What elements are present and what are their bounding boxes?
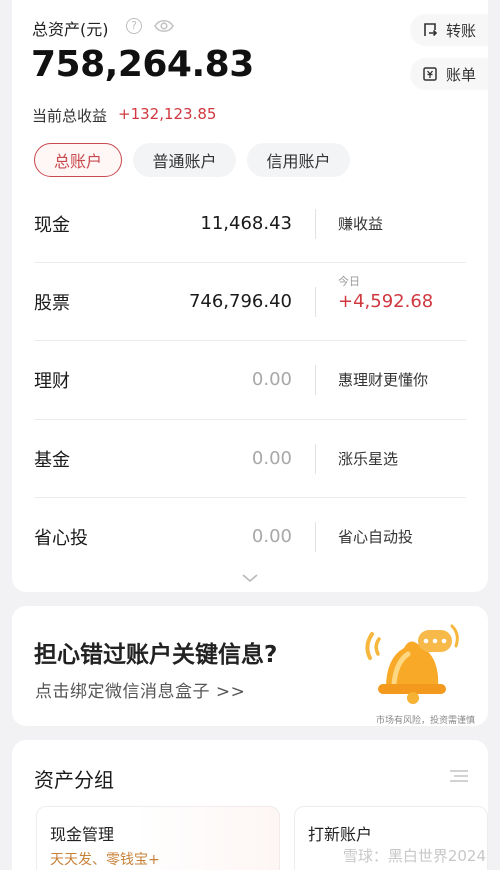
account-row-auto-invest[interactable]: 省心投 0.00 省心自动投 bbox=[34, 498, 466, 576]
account-row-stock[interactable]: 股票 746,796.40 今日 +4,592.68 bbox=[34, 263, 466, 341]
risk-disclaimer: 市场有风险，投资需谨慎 bbox=[376, 716, 476, 726]
bill-icon bbox=[423, 67, 437, 81]
earn-income-link[interactable]: 赚收益 bbox=[338, 213, 383, 234]
eye-icon[interactable] bbox=[154, 19, 174, 33]
total-assets-label: 总资产(元) bbox=[32, 20, 109, 39]
account-name: 基金 bbox=[34, 450, 70, 471]
card-title: 打新账户 bbox=[308, 825, 373, 844]
account-value: 0.00 bbox=[251, 526, 292, 547]
today-label: 今日 bbox=[338, 275, 360, 288]
card-subtitle: 天天发、零钱宝+ bbox=[50, 852, 160, 868]
account-value: 11,468.43 bbox=[200, 213, 292, 234]
total-income-value: +132,123.85 bbox=[118, 105, 217, 123]
tab-normal-account[interactable]: 普通账户 bbox=[133, 143, 236, 177]
row-separator bbox=[315, 522, 316, 552]
account-value: 746,796.40 bbox=[188, 291, 292, 312]
row-separator bbox=[315, 209, 316, 239]
fund-promo-link[interactable]: 涨乐星选 bbox=[338, 448, 398, 469]
row-separator bbox=[315, 287, 316, 317]
account-name: 省心投 bbox=[34, 528, 88, 549]
account-value: 0.00 bbox=[251, 369, 292, 390]
bill-button[interactable]: 账单 bbox=[410, 58, 488, 90]
help-icon[interactable]: ? bbox=[126, 18, 142, 34]
transfer-button[interactable]: 转账 bbox=[410, 14, 488, 46]
tab-credit-account[interactable]: 信用账户 bbox=[247, 143, 350, 177]
account-row-wealth[interactable]: 理财 0.00 惠理财更懂你 bbox=[34, 341, 466, 419]
account-name: 现金 bbox=[34, 215, 70, 236]
promo-title: 担心错过账户关键信息? bbox=[34, 642, 278, 668]
watermark: 雪球：黑白世界2024 bbox=[342, 847, 486, 865]
tab-total-account[interactable]: 总账户 bbox=[34, 143, 122, 177]
row-separator bbox=[315, 365, 316, 395]
account-name: 理财 bbox=[34, 371, 70, 392]
bell-icon bbox=[365, 624, 459, 704]
promo-subtitle-link[interactable]: 点击绑定微信消息盒子 >> bbox=[35, 677, 245, 702]
chevron-down-icon[interactable] bbox=[242, 573, 258, 583]
bill-label: 账单 bbox=[446, 65, 477, 84]
cash-management-card[interactable]: 现金管理 天天发、零钱宝+ bbox=[36, 806, 280, 870]
account-row-cash[interactable]: 现金 11,468.43 赚收益 bbox=[34, 185, 466, 263]
today-profit-value: +4,592.68 bbox=[338, 291, 434, 312]
card-title: 现金管理 bbox=[50, 825, 115, 844]
asset-group-title: 资产分组 bbox=[34, 768, 114, 792]
transfer-label: 转账 bbox=[446, 21, 477, 40]
account-name: 股票 bbox=[34, 293, 70, 314]
transfer-icon bbox=[424, 23, 438, 37]
total-income-label: 当前总收益 bbox=[32, 107, 108, 125]
total-assets-value: 758,264.83 bbox=[31, 44, 254, 85]
wealth-promo-link[interactable]: 惠理财更懂你 bbox=[338, 369, 428, 390]
account-row-fund[interactable]: 基金 0.00 涨乐星选 bbox=[34, 420, 466, 498]
auto-invest-link[interactable]: 省心自动投 bbox=[338, 526, 413, 547]
row-separator bbox=[315, 444, 316, 474]
list-menu-icon[interactable] bbox=[450, 769, 468, 783]
account-value: 0.00 bbox=[251, 448, 292, 469]
